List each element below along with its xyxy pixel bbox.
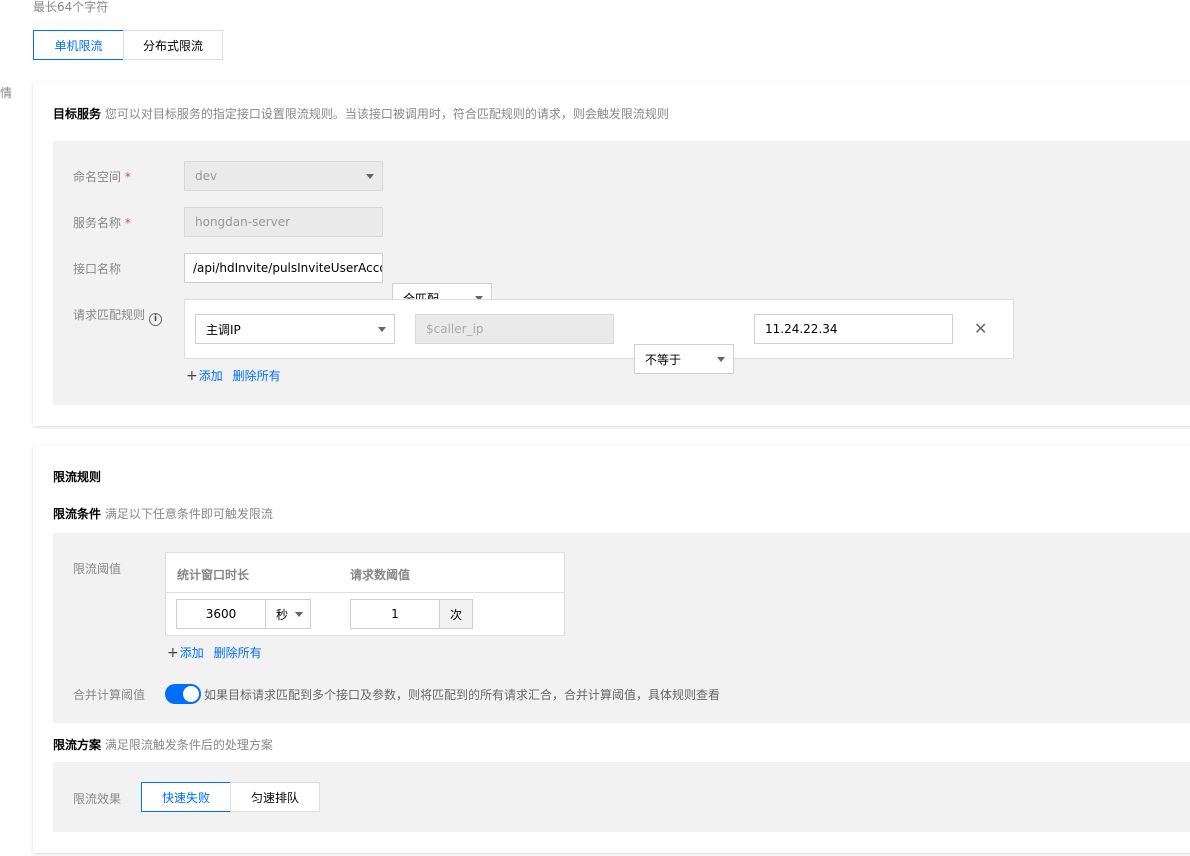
rule-key-input[interactable]: $caller_ip	[415, 314, 614, 344]
delete-all-rules-link[interactable]: 删除所有	[233, 369, 281, 383]
effect-uniform-queue-button[interactable]: 匀速排队	[230, 782, 320, 812]
match-rules-label: 请求匹配规则 i	[73, 306, 163, 326]
count-input-group: 1 次	[350, 599, 473, 629]
required-mark: *	[124, 216, 131, 230]
match-rules-label-text: 请求匹配规则	[73, 308, 146, 322]
rule-source-select[interactable]: 主调IP	[195, 314, 395, 344]
add-rule-label: 添加	[198, 369, 223, 383]
plan-tip: 满足限流触发条件后的处理方案	[104, 738, 273, 752]
column-header-count: 请求数阈值	[350, 568, 411, 582]
namespace-label-text: 命名空间	[73, 170, 122, 184]
delete-all-thresholds-link[interactable]: 删除所有	[214, 646, 262, 660]
api-name-value: /api/hdInvite/pulsInviteUserAccou	[193, 261, 383, 275]
plan-header: 限流方案 满足限流触发条件后的处理方案	[53, 736, 273, 753]
limit-effect-label: 限流效果	[73, 792, 122, 806]
namespace-label: 命名空间 *	[73, 168, 131, 185]
rule-operator-select[interactable]: 不等于	[634, 344, 734, 374]
service-name-label-text: 服务名称	[73, 216, 122, 230]
required-mark: *	[124, 170, 131, 184]
left-label-fragment: 情	[0, 86, 13, 100]
threshold-actions: +添加 删除所有	[167, 644, 262, 661]
limit-effect-segmented: 快速失败 匀速排队	[141, 782, 320, 812]
rule-value-text: 11.24.22.34	[765, 322, 838, 336]
conditions-tip: 满足以下任意条件即可触发限流	[104, 507, 273, 521]
api-name-label: 接口名称	[73, 262, 122, 276]
rule-key-value: $caller_ip	[426, 322, 484, 336]
request-count-input[interactable]: 1	[350, 599, 440, 629]
target-service-tip: 您可以对目标服务的指定接口设置限流规则。当该接口被调用时，符合匹配规则的请求，则…	[104, 107, 669, 121]
rate-limit-title: 限流规则	[53, 470, 102, 484]
threshold-table-header: 统计窗口时长 请求数阈值	[166, 553, 564, 593]
count-unit-addon: 次	[439, 599, 473, 629]
merge-threshold-desc: 如果目标请求匹配到多个接口及参数，则将匹配到的所有请求汇合，合并计算阈值，具体规…	[204, 688, 721, 702]
limit-mode-segmented: 单机限流 分布式限流	[33, 30, 223, 60]
window-duration-input[interactable]: 3600	[176, 599, 266, 629]
window-input-group: 3600 秒	[176, 599, 311, 629]
window-unit-select[interactable]: 秒	[265, 599, 311, 629]
mode-distributed-button[interactable]: 分布式限流	[123, 30, 223, 60]
conditions-header: 限流条件 满足以下任意条件即可触发限流	[53, 505, 273, 522]
match-rule-actions: +添加 删除所有	[186, 367, 281, 384]
chevron-down-icon	[717, 357, 725, 362]
close-icon[interactable]: ✕	[974, 319, 987, 338]
conditions-title: 限流条件	[53, 507, 102, 521]
threshold-label: 限流阈值	[73, 562, 122, 576]
service-name-value: hongdan-server	[195, 215, 291, 229]
target-service-card: 目标服务 您可以对目标服务的指定接口设置限流规则。当该接口被调用时，符合匹配规则…	[33, 82, 1190, 426]
mode-standalone-button[interactable]: 单机限流	[33, 30, 124, 60]
plus-icon: +	[186, 368, 198, 384]
merge-threshold-toggle[interactable]	[165, 684, 201, 704]
merge-threshold-label: 合并计算阈值	[73, 688, 146, 702]
service-name-input[interactable]: hongdan-server	[184, 207, 383, 237]
target-service-title: 目标服务	[53, 107, 102, 121]
window-unit-value: 秒	[276, 607, 289, 622]
rule-source-value: 主调IP	[206, 322, 241, 337]
namespace-select[interactable]: dev	[184, 161, 383, 191]
rule-value-input[interactable]: 11.24.22.34	[754, 314, 953, 344]
match-rule-box: 主调IP $caller_ip 不等于 11.24.22.34 ✕	[184, 299, 1014, 374]
add-threshold-label: 添加	[179, 646, 204, 660]
namespace-value: dev	[195, 169, 218, 183]
conditions-panel: 限流阈值 统计窗口时长 请求数阈值 3600 秒 1 次 +添加 删除所有 合并	[53, 533, 1190, 723]
rate-limit-card: 限流规则 限流条件 满足以下任意条件即可触发限流 限流阈值 统计窗口时长 请求数…	[33, 445, 1190, 853]
toggle-knob	[183, 686, 199, 702]
plan-title: 限流方案	[53, 738, 102, 752]
chevron-down-icon	[295, 612, 303, 617]
chevron-down-icon	[366, 174, 374, 179]
service-name-label: 服务名称 *	[73, 214, 131, 231]
plan-panel: 限流效果 快速失败 匀速排队	[53, 762, 1190, 832]
effect-fast-fail-button[interactable]: 快速失败	[141, 782, 231, 812]
api-name-input[interactable]: /api/hdInvite/pulsInviteUserAccou	[184, 253, 383, 283]
target-service-header: 目标服务 您可以对目标服务的指定接口设置限流规则。当该接口被调用时，符合匹配规则…	[53, 105, 669, 122]
column-header-window: 统计窗口时长	[177, 568, 250, 582]
name-length-hint: 最长64个字符	[33, 0, 109, 14]
target-service-form-panel: 命名空间 * dev 服务名称 * hongdan-server 接口名称 /a…	[53, 141, 1190, 405]
info-icon[interactable]: i	[149, 312, 163, 326]
chevron-down-icon	[378, 327, 386, 332]
add-threshold-link[interactable]: +添加	[167, 645, 204, 661]
plus-icon: +	[167, 645, 179, 661]
threshold-table: 统计窗口时长 请求数阈值 3600 秒 1 次	[165, 552, 565, 636]
rule-operator-value: 不等于	[645, 352, 682, 367]
add-rule-link[interactable]: +添加	[186, 368, 223, 384]
